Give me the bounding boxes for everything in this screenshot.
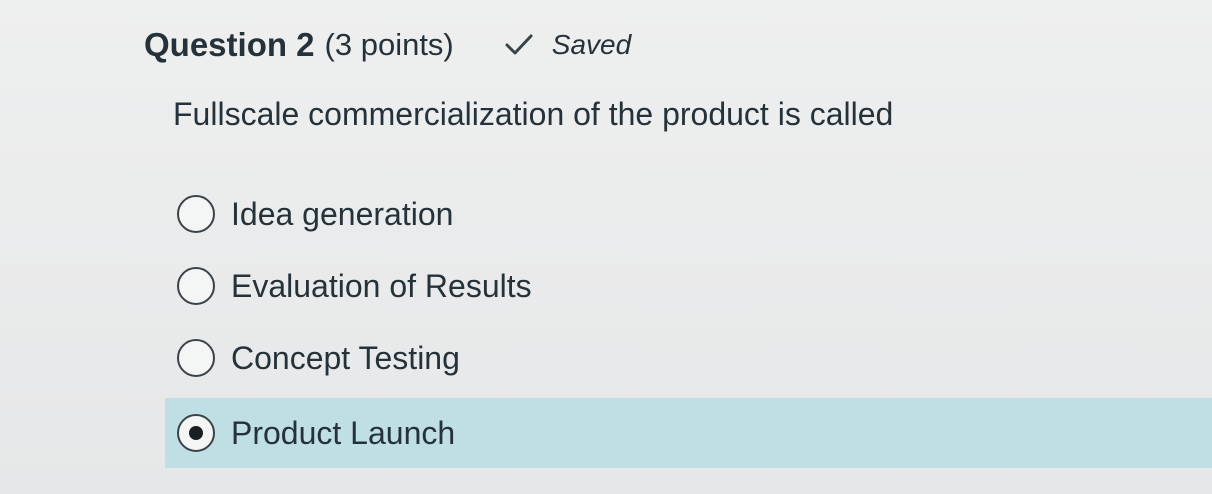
answer-options: Idea generation Evaluation of Results Co… <box>165 178 1212 468</box>
question-header: Question 2 (3 points) Saved <box>144 22 631 68</box>
radio-button[interactable] <box>177 195 215 233</box>
quiz-page: Question 2 (3 points) Saved Fullscale co… <box>0 0 1212 494</box>
saved-label: Saved <box>551 29 632 60</box>
answer-label: Idea generation <box>231 195 454 232</box>
answer-label: Evaluation of Results <box>231 267 532 304</box>
answer-option-concept-testing[interactable]: Concept Testing <box>165 322 1212 394</box>
answer-option-product-launch[interactable]: Product Launch <box>165 398 1212 468</box>
answer-label: Concept Testing <box>231 339 460 376</box>
question-prompt: Fullscale commercialization of the produ… <box>173 96 894 132</box>
question-title: Question 2 <box>144 26 315 63</box>
question-points: (3 points) <box>324 27 454 62</box>
radio-dot-icon <box>189 426 203 440</box>
radio-button[interactable] <box>177 339 215 377</box>
radio-button[interactable] <box>177 267 215 305</box>
answer-option-idea-generation[interactable]: Idea generation <box>165 178 1212 250</box>
radio-button-selected[interactable] <box>177 414 215 452</box>
checkmark-icon <box>504 32 534 58</box>
answer-label: Product Launch <box>231 414 456 451</box>
answer-option-evaluation-of-results[interactable]: Evaluation of Results <box>165 250 1212 322</box>
saved-status: Saved <box>504 29 631 61</box>
